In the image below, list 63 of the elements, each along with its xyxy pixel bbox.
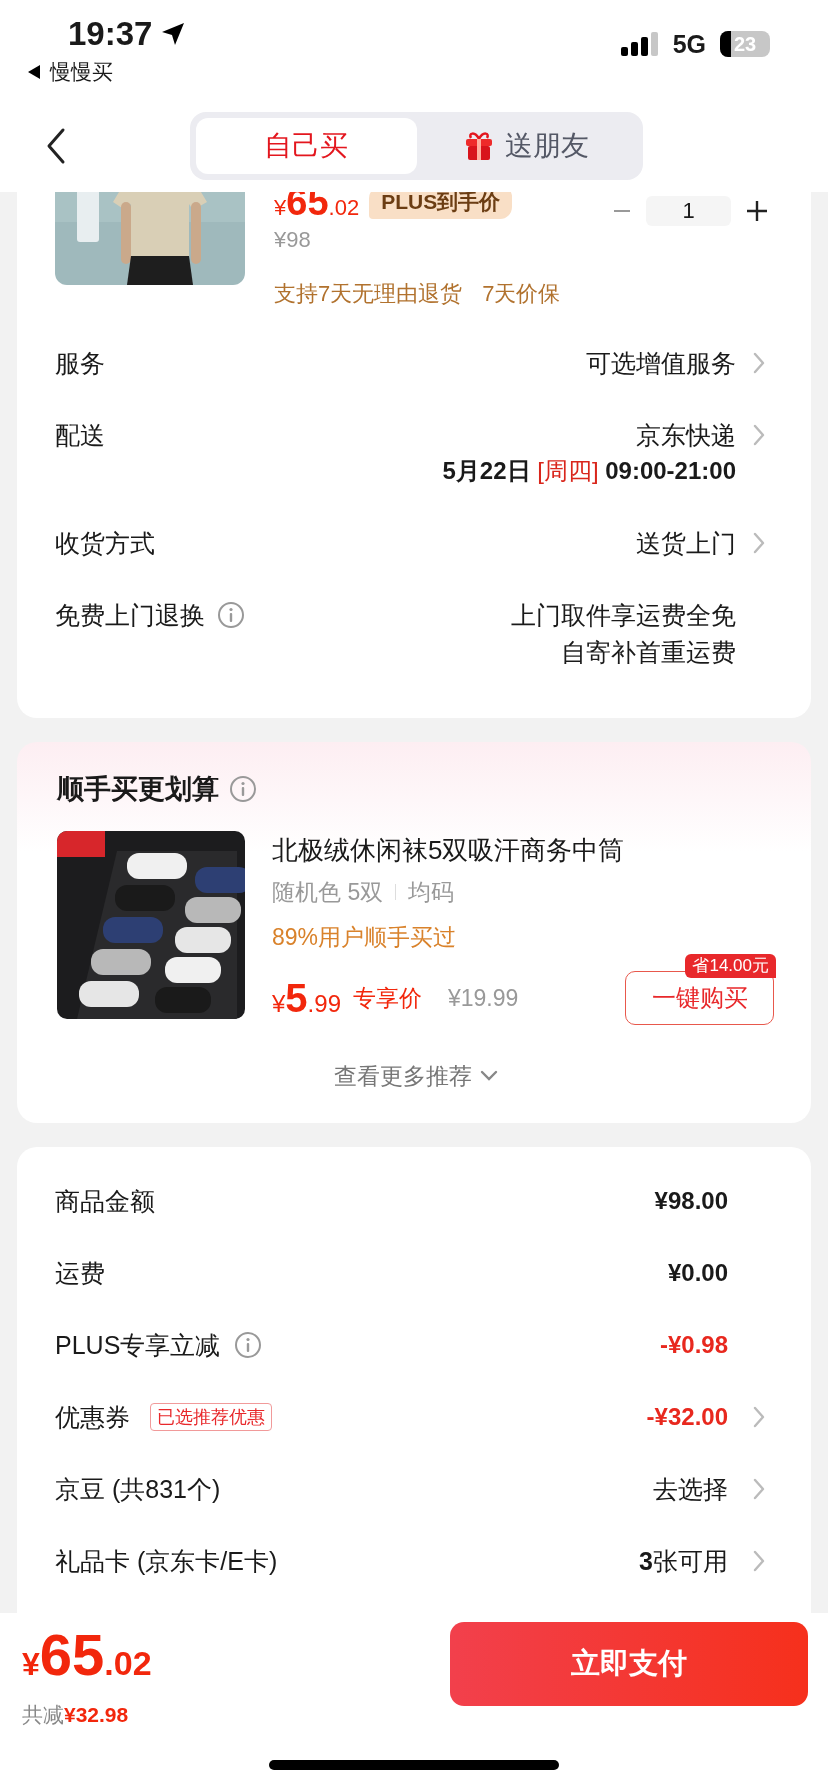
total-price: ¥65.02 <box>22 1624 152 1689</box>
chevron-right-icon[interactable] <box>752 1477 766 1501</box>
row-value[interactable]: 可选增值服务 <box>586 345 736 381</box>
row-value: 上门取件享运费全免 <box>511 600 736 631</box>
row-label: 运费 <box>55 1258 105 1289</box>
row-value[interactable]: 送货上门 <box>636 525 736 561</box>
chevron-down-icon[interactable] <box>479 1070 498 1082</box>
row-value: ¥98.00 <box>654 1186 728 1216</box>
guarantee-text: 7天价保 <box>482 280 561 308</box>
row-label: 商品金额 <box>55 1186 155 1217</box>
original-price: ¥98 <box>274 226 312 254</box>
back-triangle-icon[interactable] <box>26 63 42 81</box>
row-value: ¥0.00 <box>667 1258 728 1288</box>
plus-icon[interactable] <box>745 199 769 223</box>
network-label: 5G <box>672 29 706 59</box>
info-icon[interactable] <box>217 601 245 629</box>
chevron-right-icon[interactable] <box>752 531 766 555</box>
chevron-right-icon[interactable] <box>752 1405 766 1429</box>
row-value[interactable]: 去选择 <box>653 1471 728 1507</box>
spec-text: 随机色 5双 <box>272 878 384 907</box>
location-arrow-icon <box>160 21 187 47</box>
coupon-tag: 已选推荐优惠 <box>150 1403 272 1431</box>
row-label: 京豆 (共831个) <box>55 1474 221 1505</box>
clock-time: 19:37 <box>68 14 153 54</box>
delivery-time: 5月22日 [周四] 09:00-21:00 <box>442 456 736 486</box>
back-app-link[interactable]: 慢慢买 <box>50 58 113 86</box>
section-title: 顺手买更划算 <box>57 773 219 806</box>
row-label: 优惠券 <box>55 1402 130 1433</box>
more-link[interactable]: 查看更多推荐 <box>333 1057 472 1095</box>
row-value: -¥0.98 <box>659 1330 728 1360</box>
saved-label: 共减 <box>22 1702 64 1728</box>
row-value[interactable]: -¥32.00 <box>646 1399 728 1435</box>
info-icon[interactable] <box>229 775 257 803</box>
chevron-right-icon[interactable] <box>752 1549 766 1573</box>
battery-icon: 23 <box>720 31 770 57</box>
back-icon[interactable] <box>45 127 67 165</box>
quantity-field[interactable]: 1 <box>646 196 731 226</box>
saved-amount: ¥32.98 <box>64 1702 129 1728</box>
row-label: PLUS专享立减 <box>55 1330 221 1361</box>
original-price: ¥19.99 <box>448 984 519 1012</box>
signal-icon <box>620 32 659 56</box>
guarantee-text: 支持7天无理由退货 <box>274 280 463 308</box>
row-value[interactable]: 京东快递 <box>636 417 736 453</box>
tab[interactable]: 送朋友 <box>416 118 637 174</box>
chevron-right-icon[interactable] <box>752 423 766 447</box>
row-label: 免费上门退换 <box>55 600 205 631</box>
row-value[interactable]: 3张可用 <box>639 1543 728 1579</box>
row-label: 收货方式 <box>55 528 155 559</box>
saving-badge: 省14.00元 <box>685 954 776 978</box>
pay-button[interactable]: 立即支付 <box>450 1622 808 1706</box>
chevron-right-icon[interactable] <box>752 351 766 375</box>
product-name: 北极绒休闲袜5双吸汗商务中筒 <box>272 834 626 867</box>
row-value: 自寄补首重运费 <box>561 637 736 668</box>
spec-text: 均码 <box>408 878 455 907</box>
gift-icon <box>464 131 493 161</box>
row-label: 配送 <box>55 420 105 451</box>
social-proof: 89%用户顺手买过 <box>272 923 458 952</box>
row-label: 服务 <box>55 348 105 379</box>
tab[interactable]: 自己买 <box>196 118 417 174</box>
row-label: 礼品卡 (京东卡/E卡) <box>55 1546 278 1577</box>
info-icon[interactable] <box>234 1331 263 1359</box>
deal-price: ¥5.99 <box>272 975 341 1021</box>
price-label: 专享价 <box>353 983 422 1013</box>
